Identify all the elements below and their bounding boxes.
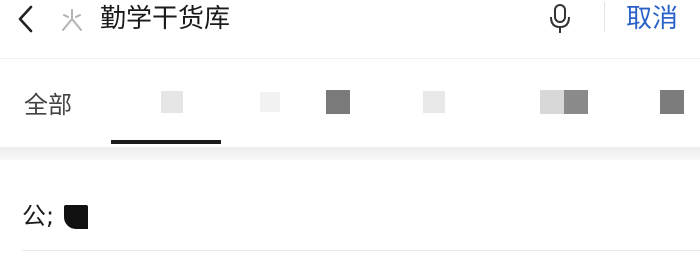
voice-search-button[interactable] <box>543 0 577 38</box>
redaction-mark <box>64 205 88 229</box>
tab-pixelated-2[interactable] <box>248 60 292 144</box>
tab-pixelated-3[interactable] <box>316 60 360 144</box>
pixelated-tab-label <box>161 91 183 113</box>
result-title: 公; <box>22 202 55 230</box>
pixelated-tab-label <box>260 92 280 112</box>
tab-pixelated-1[interactable] <box>150 60 194 144</box>
section-gap <box>0 147 700 160</box>
list-item[interactable]: 公; <box>0 160 700 252</box>
list-divider <box>22 250 700 251</box>
tab-pixelated-6[interactable] <box>650 60 694 144</box>
pixelated-tab-label <box>423 91 445 113</box>
microphone-icon <box>550 4 570 33</box>
tab-label: 全部 <box>24 90 72 119</box>
active-tab-indicator <box>111 140 221 144</box>
search-header: 勤学干货库 取消 <box>0 0 700 38</box>
tab-all[interactable]: 全部 <box>10 60 86 144</box>
cancel-button[interactable]: 取消 <box>626 0 678 38</box>
back-button[interactable] <box>10 0 42 38</box>
header-separator <box>0 58 700 59</box>
pixelated-tab-label <box>660 90 684 114</box>
chevron-left-icon <box>18 5 33 33</box>
pixelated-tab-label <box>564 90 588 114</box>
tab-pixelated-5[interactable] <box>534 60 594 144</box>
search-input[interactable]: 勤学干货库 <box>100 0 520 38</box>
pixelated-tab-label <box>540 90 564 114</box>
sparkle-search-icon <box>62 9 82 31</box>
header-divider <box>604 2 605 32</box>
category-tabs: 全部 <box>0 60 700 144</box>
tab-pixelated-4[interactable] <box>412 60 456 144</box>
pixelated-tab-label <box>326 90 350 114</box>
